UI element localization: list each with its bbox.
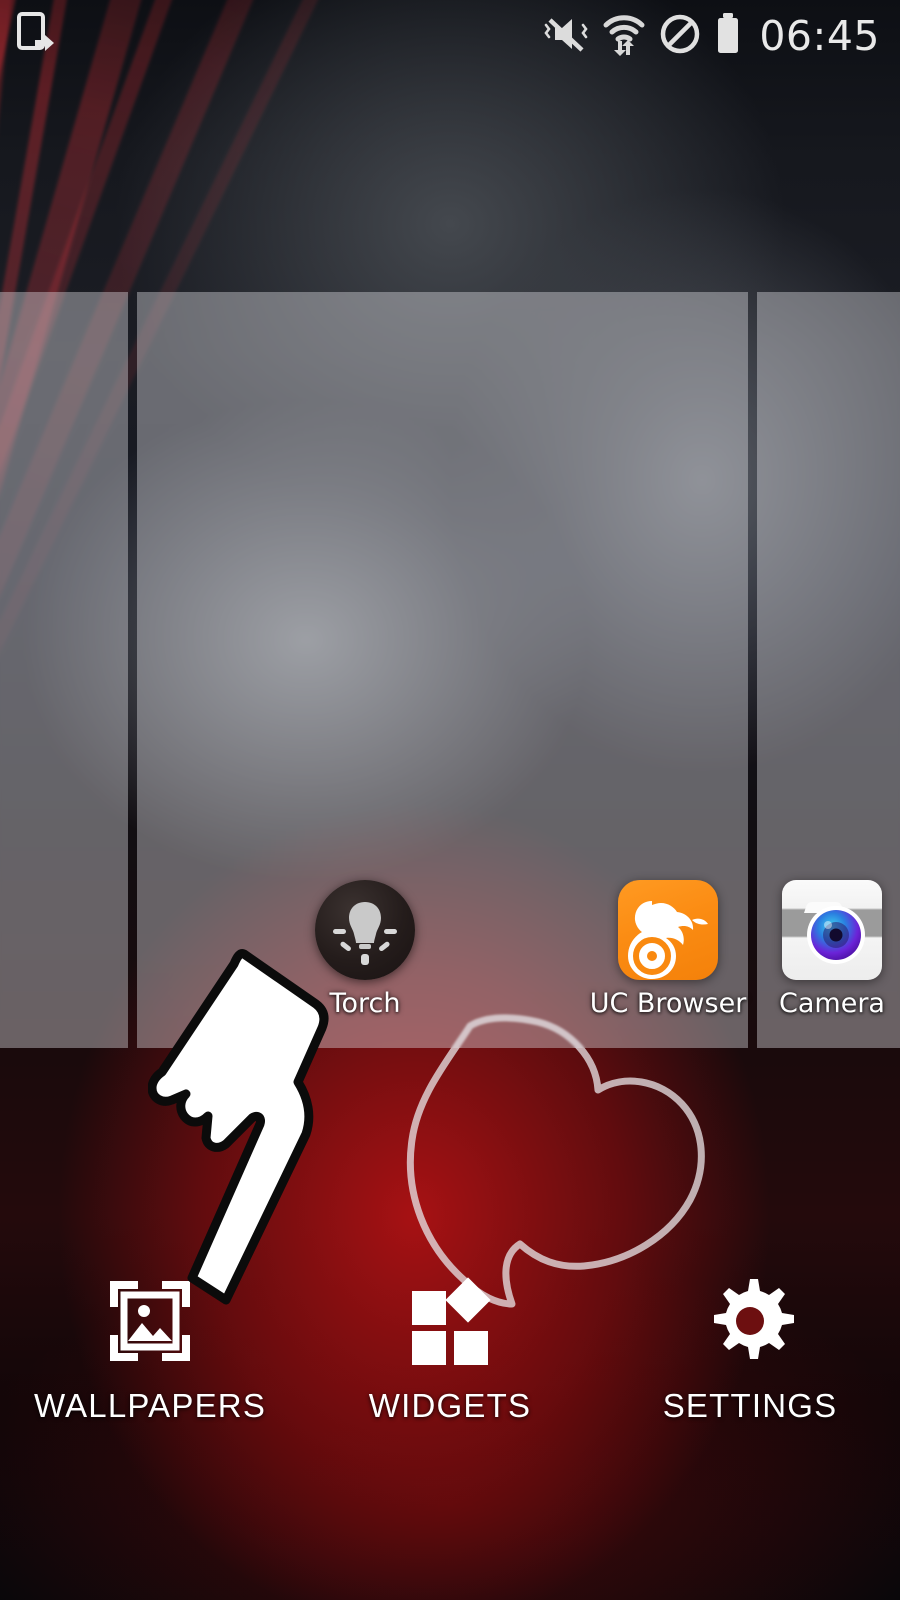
battery-icon bbox=[715, 12, 741, 61]
action-settings[interactable]: SETTINGS bbox=[600, 1275, 900, 1425]
action-label-wallpapers: WALLPAPERS bbox=[33, 1387, 267, 1424]
uc-browser-icon bbox=[618, 880, 718, 980]
widgets-icon bbox=[404, 1275, 496, 1367]
app-camera[interactable]: Camera bbox=[752, 880, 900, 1017]
app-torch[interactable]: Torch bbox=[285, 880, 445, 1017]
status-bar-left bbox=[16, 11, 56, 62]
action-widgets[interactable]: WIDGETS bbox=[300, 1275, 600, 1425]
settings-gear-icon bbox=[704, 1275, 796, 1367]
action-label-settings: SETTINGS bbox=[662, 1387, 838, 1424]
wifi-data-icon bbox=[603, 12, 645, 61]
torch-icon bbox=[315, 880, 415, 980]
vibrate-mute-icon bbox=[543, 14, 589, 59]
status-bar-right: 06:45 bbox=[543, 12, 880, 61]
app-label-camera: Camera bbox=[779, 988, 885, 1019]
screenshot-share-icon bbox=[16, 11, 56, 62]
home-action-bar: WALLPAPERS WIDGETS SETTINGS bbox=[0, 1275, 900, 1475]
app-uc-browser[interactable]: UC Browser bbox=[588, 880, 748, 1017]
camera-icon bbox=[782, 880, 882, 980]
wallpapers-icon bbox=[104, 1275, 196, 1367]
action-label-widgets: WIDGETS bbox=[368, 1387, 532, 1424]
home-screen: 06:45 Torch UC Browser Camera WALLPAPERS… bbox=[0, 0, 900, 1600]
app-label-torch: Torch bbox=[329, 988, 401, 1019]
status-bar[interactable]: 06:45 bbox=[0, 0, 900, 72]
action-wallpapers[interactable]: WALLPAPERS bbox=[0, 1275, 300, 1425]
status-bar-clock: 06:45 bbox=[759, 11, 880, 60]
do-not-disturb-icon bbox=[659, 13, 701, 60]
app-row: Torch UC Browser Camera bbox=[0, 870, 900, 1050]
app-label-uc-browser: UC Browser bbox=[589, 988, 747, 1019]
